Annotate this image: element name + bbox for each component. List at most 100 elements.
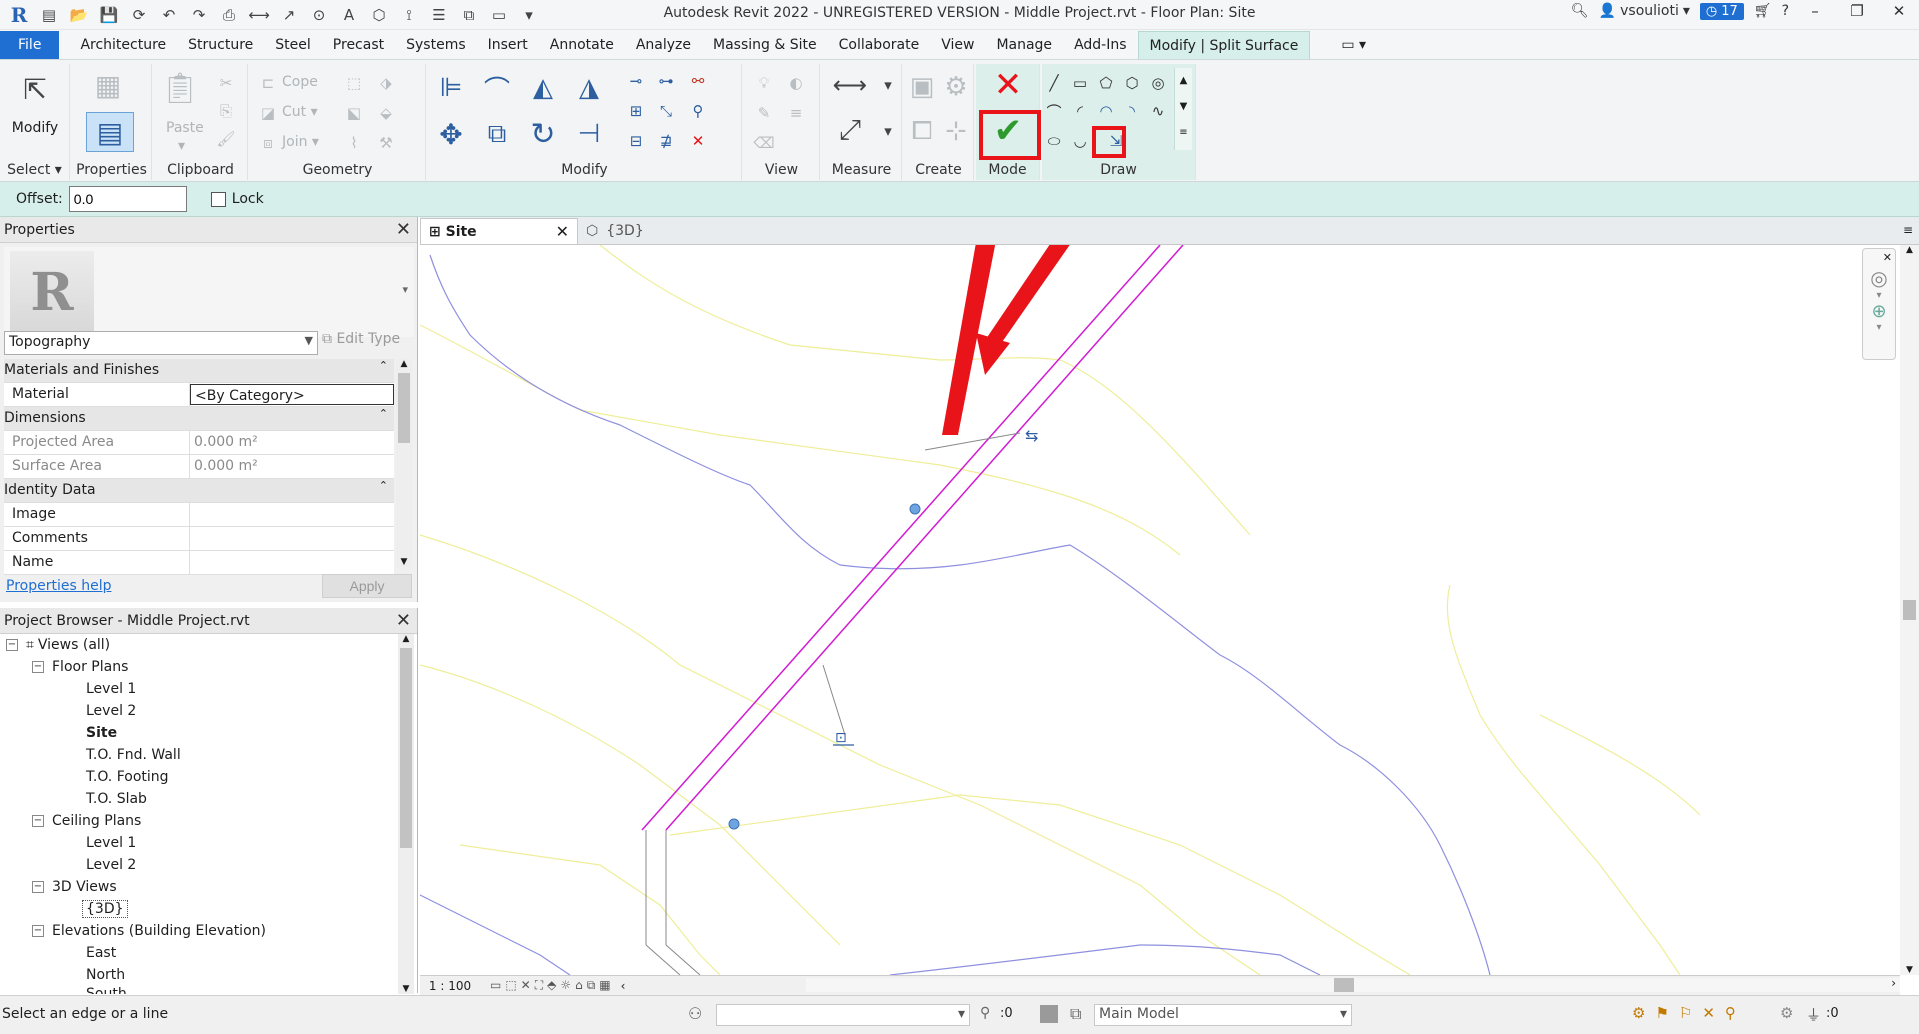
dimension-dropdown-icon[interactable]: ▾ — [876, 120, 900, 142]
join-icon[interactable]: ⧈ — [256, 132, 280, 154]
comments-value[interactable] — [190, 527, 394, 550]
panel-visibility-toggle[interactable]: ▭ ▾ — [1330, 31, 1377, 59]
circumscribed-polygon-icon[interactable]: ⬡ — [1120, 72, 1144, 94]
filter-icon[interactable]: ⏚ — [1806, 1004, 1821, 1025]
create-similar-icon[interactable]: ⊹ — [940, 114, 972, 148]
paint-icon[interactable]: ⬙ — [374, 102, 398, 124]
switch-windows-icon[interactable]: ▭ — [486, 3, 512, 27]
line-icon[interactable]: ╱ — [1042, 72, 1066, 94]
demolish-icon[interactable]: ⌇ — [342, 132, 366, 154]
cope-label[interactable]: Cope — [282, 74, 318, 90]
create-parts-icon[interactable]: ⚙ — [940, 70, 972, 104]
restore-button[interactable]: ❐ — [1841, 2, 1873, 20]
properties-icon[interactable]: ▤ — [86, 112, 134, 152]
zoom-dropdown-icon[interactable]: ▾ — [1863, 322, 1895, 333]
start-end-arc-icon[interactable]: ⌒ — [1042, 100, 1066, 122]
measure-icon[interactable]: ⟷ — [246, 3, 272, 27]
view-tab-3d[interactable]: ⬡ {3D} — [578, 218, 652, 244]
unpin-icon[interactable]: ⚯ — [686, 70, 710, 92]
sync-icon[interactable]: ⟳ — [126, 3, 152, 27]
center-ends-arc-icon[interactable]: ◜ — [1068, 100, 1092, 122]
split-gap-icon[interactable]: ⊶ — [654, 70, 678, 92]
cut-geometry-icon[interactable]: ◪ — [256, 102, 280, 124]
section-dimensions[interactable]: Dimensions ⌃ — [4, 407, 394, 431]
steering-wheel-dropdown-icon[interactable]: ▾ — [1863, 290, 1895, 301]
tab-modify-split-surface[interactable]: Modify | Split Surface — [1137, 31, 1311, 59]
split-face-icon[interactable]: ⬗ — [374, 72, 398, 94]
tab-architecture[interactable]: Architecture — [69, 31, 177, 59]
type-gallery-dropdown-icon[interactable]: ▾ — [402, 283, 408, 296]
view-horizontal-scrollbar[interactable]: › — [806, 976, 1900, 992]
scroll-left-icon[interactable]: ‹ — [621, 979, 626, 993]
cut-scissors-icon[interactable]: ✂ — [214, 72, 238, 94]
mirror-axis-icon[interactable]: ◭ — [524, 70, 562, 106]
close-hidden-icon[interactable]: ⧉ — [456, 3, 482, 27]
tree-fp-level2[interactable]: Level 2 — [0, 700, 398, 722]
workset-dropdown[interactable]: ▾ — [716, 1004, 970, 1026]
grip-point[interactable] — [909, 503, 921, 515]
apply-button[interactable]: Apply — [322, 574, 412, 598]
section-identity[interactable]: Identity Data ⌃ — [4, 479, 394, 503]
eraser-icon[interactable]: ⌫ — [752, 132, 776, 154]
tab-massing-site[interactable]: Massing & Site — [702, 31, 828, 59]
draw-gallery-scroll[interactable]: ▲ ▼ ≡ — [1174, 68, 1192, 150]
partial-ellipse-icon[interactable]: ◡ — [1068, 130, 1092, 152]
tab-insert[interactable]: Insert — [477, 31, 539, 59]
lock-checkbox[interactable] — [210, 191, 226, 207]
paste-icon[interactable]: 📋︎ — [161, 70, 199, 106]
tangent-arc-icon[interactable]: ◠ — [1094, 100, 1118, 122]
tab-systems[interactable]: Systems — [395, 31, 477, 59]
wall-joins-icon[interactable]: ⬚ — [342, 72, 366, 94]
tree-north[interactable]: North — [0, 964, 398, 986]
background-processes-icon[interactable]: ⚙ — [1780, 1004, 1793, 1022]
tab-collaborate[interactable]: Collaborate — [828, 31, 931, 59]
inscribed-polygon-icon[interactable]: ⬠ — [1094, 72, 1118, 94]
image-value[interactable] — [190, 503, 394, 526]
name-value[interactable] — [190, 551, 394, 574]
save-icon[interactable]: 💾 — [96, 3, 122, 27]
minimize-button[interactable]: – — [1799, 2, 1831, 20]
close-view-tab-icon[interactable]: ✕ — [556, 222, 569, 241]
tree-floor-plans[interactable]: − Floor Plans — [0, 656, 398, 678]
tab-analyze[interactable]: Analyze — [625, 31, 702, 59]
tree-3d-view[interactable]: {3D} — [0, 898, 398, 920]
hide-icon[interactable]: 💡︎ — [752, 72, 776, 94]
align-icon[interactable]: ⊫ — [432, 70, 470, 106]
tree-fp-footing[interactable]: T.O. Footing — [0, 766, 398, 788]
delete-icon[interactable]: ✕ — [686, 130, 710, 152]
offset-icon[interactable]: ⌒ — [478, 70, 516, 106]
tree-fp-level1[interactable]: Level 1 — [0, 678, 398, 700]
tab-add-ins[interactable]: Add-Ins — [1063, 31, 1137, 59]
array-icon[interactable]: ⊞ — [624, 100, 648, 122]
thin-line-icon[interactable]: ≡ — [784, 102, 808, 124]
material-value[interactable]: <By Category> — [190, 384, 394, 405]
browser-scrollbar[interactable]: ▲ ▼ — [398, 634, 414, 994]
tab-file[interactable]: File — [0, 31, 60, 59]
create-group-icon[interactable]: ⧠ — [906, 114, 938, 148]
modify-button-label[interactable]: Modify — [0, 120, 70, 136]
binoculars-icon[interactable]: 🔍︎ — [1571, 3, 1589, 19]
edit-type-button[interactable]: ⧉ Edit Type — [322, 331, 400, 347]
design-option-dropdown[interactable]: Main Model ▾ — [1094, 1004, 1352, 1026]
design-option-icon[interactable]: ⧉ — [1070, 1004, 1081, 1024]
close-navbar-icon[interactable]: ✕ — [1863, 249, 1895, 266]
create-assembly-icon[interactable]: ▣ — [906, 70, 938, 104]
join-roof-icon[interactable]: ⬕ — [342, 102, 366, 124]
editing-requests-icon[interactable]: ⚲ — [980, 1005, 990, 1021]
copy-element-icon[interactable]: ⧉ — [478, 116, 516, 152]
section-materials[interactable]: Materials and Finishes ⌃ — [4, 359, 394, 383]
trim-extend-icon[interactable]: ⊣ — [570, 116, 608, 152]
worksets-icon[interactable]: ⚇ — [688, 1004, 702, 1023]
tab-view[interactable]: View — [930, 31, 985, 59]
design-options-icon[interactable] — [1040, 1005, 1058, 1023]
text-icon[interactable]: A — [336, 3, 362, 27]
tree-3d-views[interactable]: −3D Views — [0, 876, 398, 898]
tree-fp-fnd-wall[interactable]: T.O. Fnd. Wall — [0, 744, 398, 766]
tab-structure[interactable]: Structure — [177, 31, 264, 59]
steering-wheel-icon[interactable]: ◎ — [1863, 266, 1895, 290]
split-element-icon[interactable]: ⊸ — [624, 70, 648, 92]
customize-qat-icon[interactable]: ▾ — [516, 3, 542, 27]
lock-tag-icon[interactable]: ⊡ — [835, 730, 847, 746]
grip-point[interactable] — [728, 818, 740, 830]
type-dropdown[interactable]: Topography ▼ — [4, 331, 318, 355]
